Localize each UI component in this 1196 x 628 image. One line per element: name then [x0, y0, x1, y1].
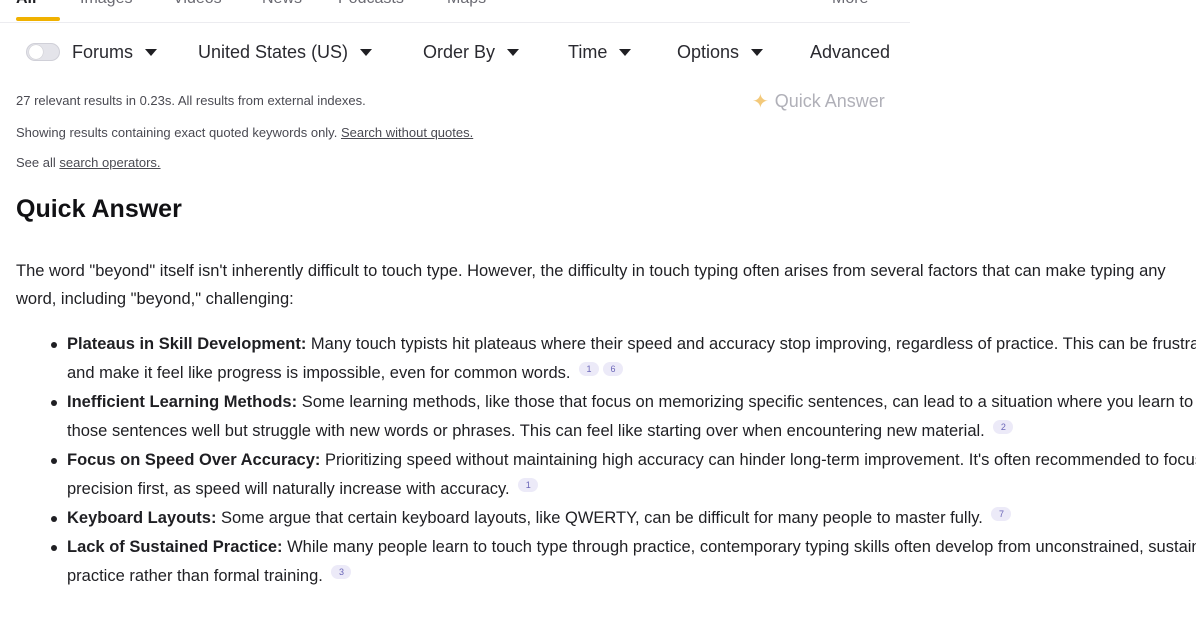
time-label: Time — [568, 41, 608, 62]
list-item: Focus on Speed Over Accuracy: Prioritizi… — [51, 446, 1196, 504]
list-item: Lack of Sustained Practice: While many p… — [51, 533, 1196, 591]
tab-podcasts[interactable]: Podcasts — [338, 0, 404, 8]
citation-badge[interactable]: 6 — [603, 362, 624, 376]
region-dropdown[interactable]: United States (US) — [198, 34, 373, 70]
citation-badge[interactable]: 2 — [993, 420, 1014, 434]
forums-toggle[interactable] — [26, 43, 60, 61]
options-dropdown[interactable]: Options — [677, 34, 764, 70]
results-summary: 27 relevant results in 0.23s. All result… — [16, 93, 366, 108]
citation-badge[interactable]: 1 — [579, 362, 600, 376]
sparkle-icon: ✦ — [752, 90, 769, 113]
list-item: Inefficient Learning Methods: Some learn… — [51, 388, 1196, 446]
quick-answer-points: Plateaus in Skill Development: Many touc… — [16, 330, 1196, 591]
forums-filter[interactable]: Forums — [26, 34, 158, 70]
chevron-down-icon — [619, 48, 632, 56]
citation-badge[interactable]: 1 — [518, 478, 539, 492]
time-dropdown[interactable]: Time — [568, 34, 632, 70]
forums-label: Forums — [72, 41, 134, 62]
search-without-quotes-link[interactable]: Search without quotes. — [341, 125, 473, 140]
tab-maps[interactable]: Maps — [447, 0, 486, 8]
tab-images[interactable]: Images — [80, 0, 132, 8]
quick-answer-button-label: Quick Answer — [774, 90, 885, 111]
point-term: Lack of Sustained Practice: — [67, 538, 283, 556]
tab-all[interactable]: All — [16, 0, 36, 8]
active-tab-indicator — [16, 17, 60, 21]
quoted-keywords-notice: Showing results containing exact quoted … — [16, 125, 473, 140]
search-operators-notice: See all search operators. — [16, 155, 161, 170]
quick-answer-title: Quick Answer — [16, 195, 182, 223]
quick-answer-intro: The word "beyond" itself isn't inherentl… — [16, 262, 1166, 308]
search-operators-link[interactable]: search operators. — [59, 155, 160, 170]
chevron-down-icon — [507, 48, 520, 56]
point-term: Keyboard Layouts: — [67, 509, 217, 527]
citation-badge[interactable]: 7 — [991, 507, 1012, 521]
point-term: Focus on Speed Over Accuracy: — [67, 451, 321, 469]
filter-bar: Forums United States (US) Order By Time … — [16, 34, 916, 70]
chevron-down-icon — [360, 48, 373, 56]
quick-answer-button[interactable]: ✦ Quick Answer — [752, 88, 885, 114]
order-by-label: Order By — [423, 41, 496, 62]
see-all-text: See all — [16, 155, 56, 170]
point-text: Some argue that certain keyboard layouts… — [221, 509, 983, 527]
order-by-dropdown[interactable]: Order By — [423, 34, 520, 70]
region-label: United States (US) — [198, 41, 349, 62]
list-item: Plateaus in Skill Development: Many touc… — [51, 330, 1196, 388]
search-tabs: All Images Videos News Podcasts Maps Mor… — [0, 0, 910, 23]
tab-more[interactable]: More — [832, 0, 868, 8]
chevron-down-icon — [751, 48, 764, 56]
options-label: Options — [677, 41, 740, 62]
tab-news[interactable]: News — [262, 0, 302, 8]
list-item: Keyboard Layouts: Some argue that certai… — [51, 504, 1196, 533]
citation-badge[interactable]: 3 — [331, 565, 352, 579]
tab-videos[interactable]: Videos — [173, 0, 222, 8]
advanced-button[interactable]: Advanced — [810, 34, 890, 70]
chevron-down-icon — [145, 48, 158, 56]
point-term: Inefficient Learning Methods: — [67, 393, 298, 411]
advanced-label: Advanced — [810, 41, 891, 62]
quoted-notice-text: Showing results containing exact quoted … — [16, 125, 338, 140]
point-term: Plateaus in Skill Development: — [67, 335, 307, 353]
